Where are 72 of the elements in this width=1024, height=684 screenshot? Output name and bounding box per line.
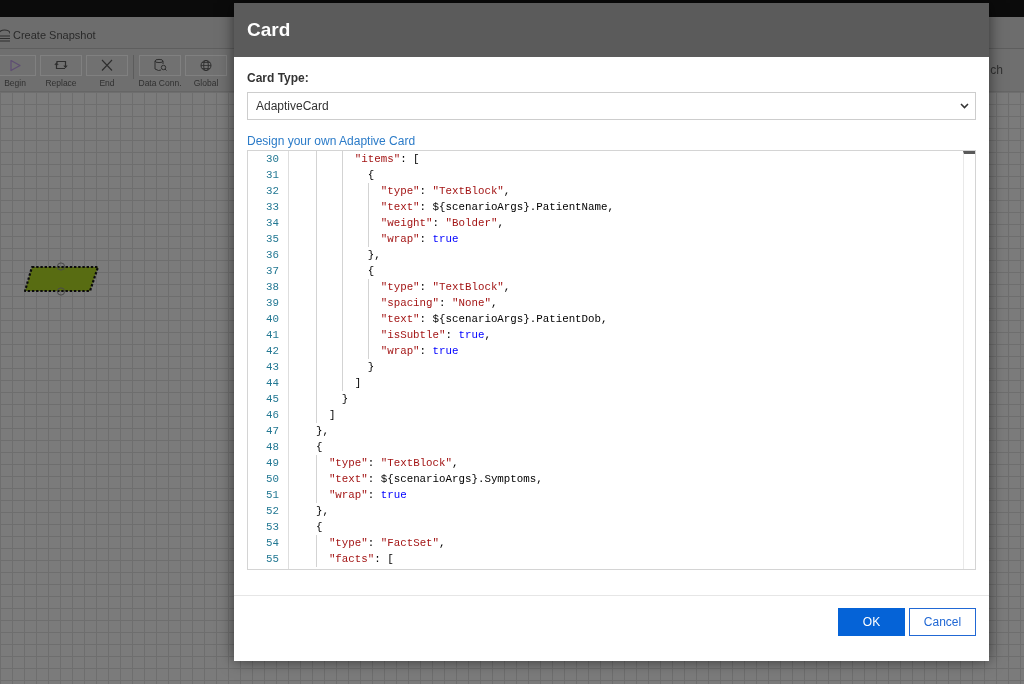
database-search-icon xyxy=(139,55,181,76)
line-number: 52 xyxy=(265,504,280,519)
code-line: "text": ${scenarioArgs}.PatientDob, xyxy=(380,312,608,327)
line-number: 47 xyxy=(265,424,280,439)
code-line: "wrap": true xyxy=(380,232,459,247)
line-number: 44 xyxy=(265,376,280,391)
code-line: { xyxy=(315,520,323,535)
globe-icon xyxy=(185,55,227,76)
line-number: 46 xyxy=(265,408,280,423)
line-number: 54 xyxy=(265,536,280,551)
line-number: 36 xyxy=(265,248,280,263)
x-icon xyxy=(86,55,128,76)
layers-icon xyxy=(0,28,10,42)
toolbar-label: ch xyxy=(990,63,1004,77)
code-line: ] xyxy=(328,408,336,423)
code-line: { xyxy=(315,440,323,455)
line-number: 31 xyxy=(265,168,280,183)
code-line: "type": "TextBlock", xyxy=(328,456,459,471)
code-line: } xyxy=(341,392,349,407)
line-number: 35 xyxy=(265,232,280,247)
line-number: 30 xyxy=(265,152,280,167)
line-number: 53 xyxy=(265,520,280,535)
code-line: }, xyxy=(315,424,329,439)
code-line: "wrap": true xyxy=(328,488,407,503)
circle-handle-icon[interactable] xyxy=(56,287,66,296)
line-number: 45 xyxy=(265,392,280,407)
repeat-icon xyxy=(40,55,82,76)
line-number: 40 xyxy=(265,312,280,327)
scrollbar[interactable] xyxy=(963,151,975,569)
code-line: "wrap": true xyxy=(380,344,459,359)
dialog-title: Card xyxy=(247,19,291,41)
line-number: 41 xyxy=(265,328,280,343)
line-number: 42 xyxy=(265,344,280,359)
line-number: 49 xyxy=(265,456,280,471)
line-number: 39 xyxy=(265,296,280,311)
toolbar-button[interactable]: Begin xyxy=(0,55,36,88)
line-number: 38 xyxy=(265,280,280,295)
line-number: 48 xyxy=(265,440,280,455)
card-type-select[interactable]: AdaptiveCard xyxy=(247,92,976,120)
line-number: 55 xyxy=(265,552,280,567)
code-line: } xyxy=(367,360,375,375)
toolbar-button[interactable]: Replace xyxy=(40,55,82,88)
dialog-button[interactable]: Cancel xyxy=(909,608,976,636)
code-line: "type": "TextBlock", xyxy=(380,184,511,199)
line-number: 34 xyxy=(265,216,280,231)
code-line: "type": "TextBlock", xyxy=(380,280,511,295)
code-line: "items": [ xyxy=(354,152,420,167)
code-line: "weight": "Bolder", xyxy=(380,216,504,231)
line-number: 50 xyxy=(265,472,280,487)
code-line: "text": ${scenarioArgs}.PatientName, xyxy=(380,200,614,215)
circle-handle-icon[interactable] xyxy=(56,262,66,271)
code-line: { xyxy=(367,168,375,183)
toolbar-command[interactable]: Create Snapshot xyxy=(13,28,96,42)
design-card-link[interactable]: Design your own Adaptive Card xyxy=(247,134,416,148)
line-number: 43 xyxy=(265,360,280,375)
dialog-button[interactable]: OK xyxy=(838,608,905,636)
line-number: 33 xyxy=(265,200,280,215)
code-line: "facts": [ xyxy=(328,552,394,567)
line-number: 32 xyxy=(265,184,280,199)
parallelogram-shape[interactable] xyxy=(23,265,100,293)
code-line: ] xyxy=(354,376,362,391)
line-number: 37 xyxy=(265,264,280,279)
code-line: "type": "FactSet", xyxy=(328,536,446,551)
code-line: "text": ${scenarioArgs}.Symptoms, xyxy=(328,472,543,487)
code-line: }, xyxy=(367,248,381,263)
code-line: { xyxy=(367,264,375,279)
line-number: 51 xyxy=(265,488,280,503)
code-line: "spacing": "None", xyxy=(380,296,498,311)
code-line: "isSubtle": true, xyxy=(380,328,491,343)
field-label: Card Type: xyxy=(247,71,309,85)
code-line: }, xyxy=(315,504,329,519)
chevron-down-icon xyxy=(960,103,969,109)
